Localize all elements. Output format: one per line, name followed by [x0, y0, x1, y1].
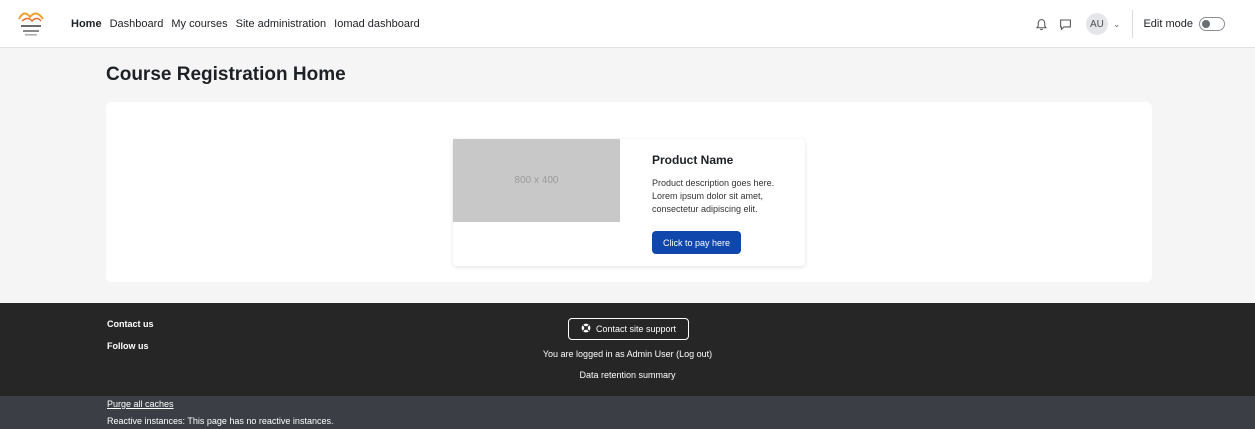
nav-iomad-dashboard[interactable]: Iomad dashboard	[334, 18, 420, 30]
data-retention-link[interactable]: Data retention summary	[0, 370, 1255, 380]
product-name: Product Name	[652, 153, 734, 167]
contact-us-link[interactable]: Contact us	[107, 319, 154, 329]
edit-mode-label: Edit mode	[1143, 18, 1193, 30]
nav-home[interactable]: Home	[71, 18, 102, 30]
edit-mode-toggle[interactable]	[1199, 17, 1225, 31]
top-navbar: Home Dashboard My courses Site administr…	[0, 0, 1255, 48]
nav-dashboard[interactable]: Dashboard	[110, 18, 164, 30]
purge-caches-link[interactable]: Purge all caches	[107, 399, 174, 409]
primary-navigation: Home Dashboard My courses Site administr…	[71, 0, 428, 48]
bell-icon[interactable]	[1032, 14, 1052, 34]
page-footer: Contact us Follow us Contact site suppor…	[0, 303, 1255, 396]
nav-site-administration[interactable]: Site administration	[236, 18, 327, 30]
avatar[interactable]: AU	[1085, 13, 1108, 35]
chat-icon[interactable]	[1056, 14, 1076, 34]
divider	[1132, 10, 1134, 38]
main-content-card: 800 x 400 Product Name Product descripti…	[106, 102, 1152, 282]
pay-button[interactable]: Click to pay here	[652, 231, 741, 254]
product-card: 800 x 400 Product Name Product descripti…	[453, 139, 805, 266]
nav-my-courses[interactable]: My courses	[171, 18, 227, 30]
toggle-knob	[1202, 20, 1210, 28]
product-image-placeholder: 800 x 400	[453, 139, 620, 222]
site-logo[interactable]	[16, 7, 46, 39]
developer-info: Purge all caches Reactive instances: Thi…	[0, 396, 1255, 429]
logged-in-info[interactable]: You are logged in as Admin User (Log out…	[0, 349, 1255, 359]
product-description: Product description goes here. Lorem ips…	[652, 178, 775, 214]
user-navigation: AU ⌄ Edit mode	[1028, 0, 1225, 48]
support-button-label: Contact site support	[595, 324, 677, 334]
lifebuoy-icon	[581, 323, 591, 336]
contact-site-support-button[interactable]: Contact site support	[568, 318, 689, 340]
chevron-down-icon[interactable]: ⌄	[1113, 19, 1121, 30]
reactive-instances-text: Reactive instances: This page has no rea…	[107, 416, 334, 426]
page-title: Course Registration Home	[106, 64, 346, 85]
